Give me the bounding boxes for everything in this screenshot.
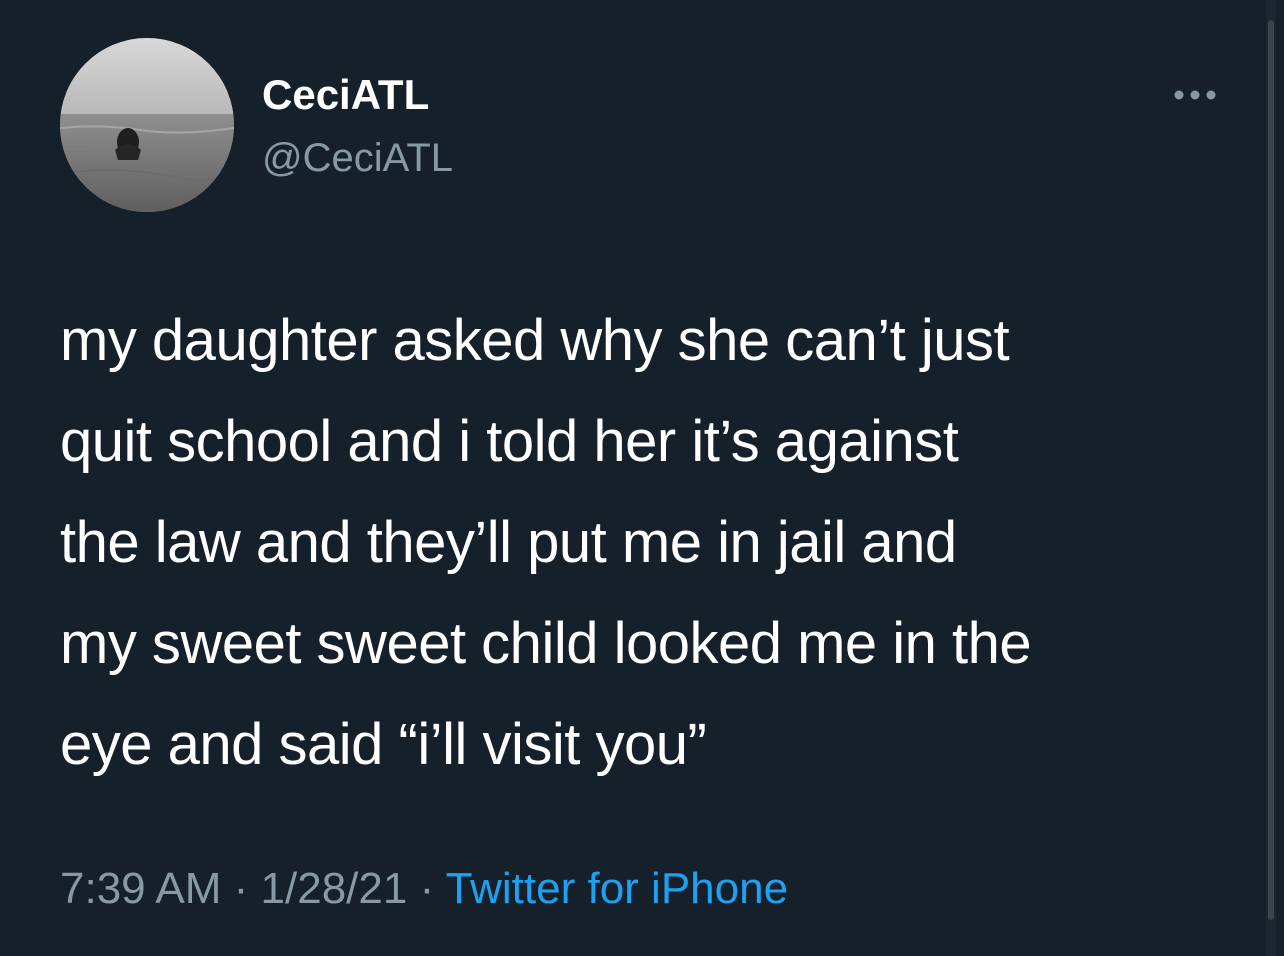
more-options-button[interactable]	[1166, 80, 1226, 110]
display-name[interactable]: CeciATL	[262, 70, 429, 120]
user-handle[interactable]: @CeciATL	[262, 134, 453, 182]
tweet-source-link[interactable]: Twitter for iPhone	[446, 864, 788, 913]
tweet-text-line: quit school and i told her it’s against	[60, 409, 959, 474]
tweet-text-line: eye and said “i’ll visit you”	[60, 712, 707, 777]
tweet-card: CeciATL @CeciATL my daughter asked why s…	[0, 0, 1284, 956]
tweet-date[interactable]: 1/28/21	[261, 864, 408, 913]
tweet-text: my daughter asked why she can’t just qui…	[60, 290, 1250, 795]
avatar-photo-icon	[60, 38, 234, 212]
tweet-meta: 7:39 AM · 1/28/21 · Twitter for iPhone	[60, 862, 788, 916]
meta-separator: ·	[407, 864, 446, 913]
tweet-text-line: the law and they’ll put me in jail and	[60, 510, 957, 575]
avatar[interactable]	[60, 38, 234, 212]
tweet-time[interactable]: 7:39 AM	[60, 864, 221, 913]
tweet-text-line: my daughter asked why she can’t just	[60, 308, 1010, 373]
meta-separator: ·	[221, 864, 261, 913]
more-horizontal-icon	[1174, 90, 1216, 100]
scrollbar-thumb[interactable]	[1268, 20, 1274, 920]
tweet-text-line: my sweet sweet child looked me in the	[60, 611, 1032, 676]
